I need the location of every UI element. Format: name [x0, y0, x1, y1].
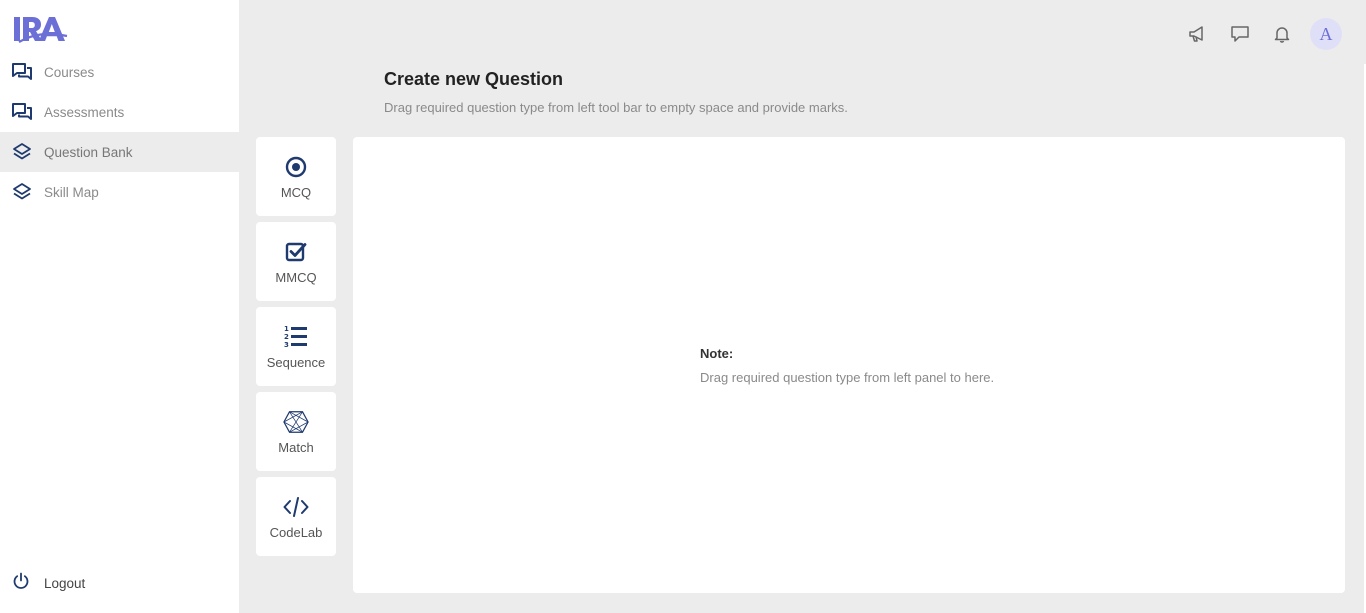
sidebar: Courses Assessments Question Bank Skill …	[0, 0, 239, 613]
sidebar-item-assessments[interactable]: Assessments	[0, 92, 239, 132]
page-title: Create new Question	[384, 69, 564, 89]
svg-text:3: 3	[284, 341, 289, 349]
code-icon	[283, 494, 309, 520]
sidebar-item-label: Courses	[44, 64, 95, 80]
sidebar-item-label: Question Bank	[44, 144, 133, 160]
question-drop-zone[interactable]: Note: Drag required question type from l…	[353, 137, 1345, 593]
checkbox-icon	[283, 239, 309, 265]
tool-sequence[interactable]: 123 Sequence	[256, 307, 336, 386]
avatar[interactable]: A	[1310, 18, 1342, 50]
svg-text:2: 2	[284, 333, 289, 341]
tool-label: MMCQ	[275, 269, 317, 285]
layers-icon	[12, 182, 32, 202]
sidebar-item-question-bank[interactable]: Question Bank	[0, 132, 239, 172]
tool-label: CodeLab	[269, 524, 323, 540]
logout-label: Logout	[44, 576, 86, 591]
tool-match[interactable]: Match	[256, 392, 336, 471]
drop-zone-note: Note: Drag required question type from l…	[700, 346, 994, 385]
page-subtitle: Drag required question type from left to…	[384, 100, 848, 115]
tool-label: Match	[278, 439, 314, 455]
layers-icon	[12, 142, 32, 162]
power-icon	[12, 572, 30, 595]
question-type-toolbar: MCQ MMCQ 123 Sequence Match CodeLab	[256, 137, 336, 562]
sidebar-item-label: Skill Map	[44, 184, 99, 200]
sidebar-item-label: Assessments	[44, 104, 125, 120]
tool-mcq[interactable]: MCQ	[256, 137, 336, 216]
sidebar-nav: Courses Assessments Question Bank Skill …	[0, 52, 239, 212]
svg-text:1: 1	[284, 325, 289, 333]
tool-label: Sequence	[266, 354, 326, 370]
note-text: Drag required question type from left pa…	[700, 370, 995, 385]
sidebar-item-skill-map[interactable]: Skill Map	[0, 172, 239, 212]
numbered-list-icon: 123	[283, 324, 309, 350]
tool-codelab[interactable]: CodeLab	[256, 477, 336, 556]
bell-icon[interactable]	[1272, 24, 1292, 44]
message-icon[interactable]	[1230, 24, 1250, 44]
note-title: Note:	[700, 346, 734, 361]
ira-logo[interactable]	[13, 14, 69, 46]
tool-mmcq[interactable]: MMCQ	[256, 222, 336, 301]
hexagon-mesh-icon	[283, 409, 309, 435]
tool-label: MCQ	[280, 184, 312, 200]
logout-button[interactable]: Logout	[12, 572, 85, 595]
topbar-actions: A	[1166, 18, 1342, 50]
sidebar-item-courses[interactable]: Courses	[0, 52, 239, 92]
chat-bubbles-icon	[12, 102, 32, 122]
radio-dot-icon	[283, 154, 309, 180]
megaphone-icon[interactable]	[1188, 24, 1208, 44]
chat-bubbles-icon	[12, 62, 32, 82]
